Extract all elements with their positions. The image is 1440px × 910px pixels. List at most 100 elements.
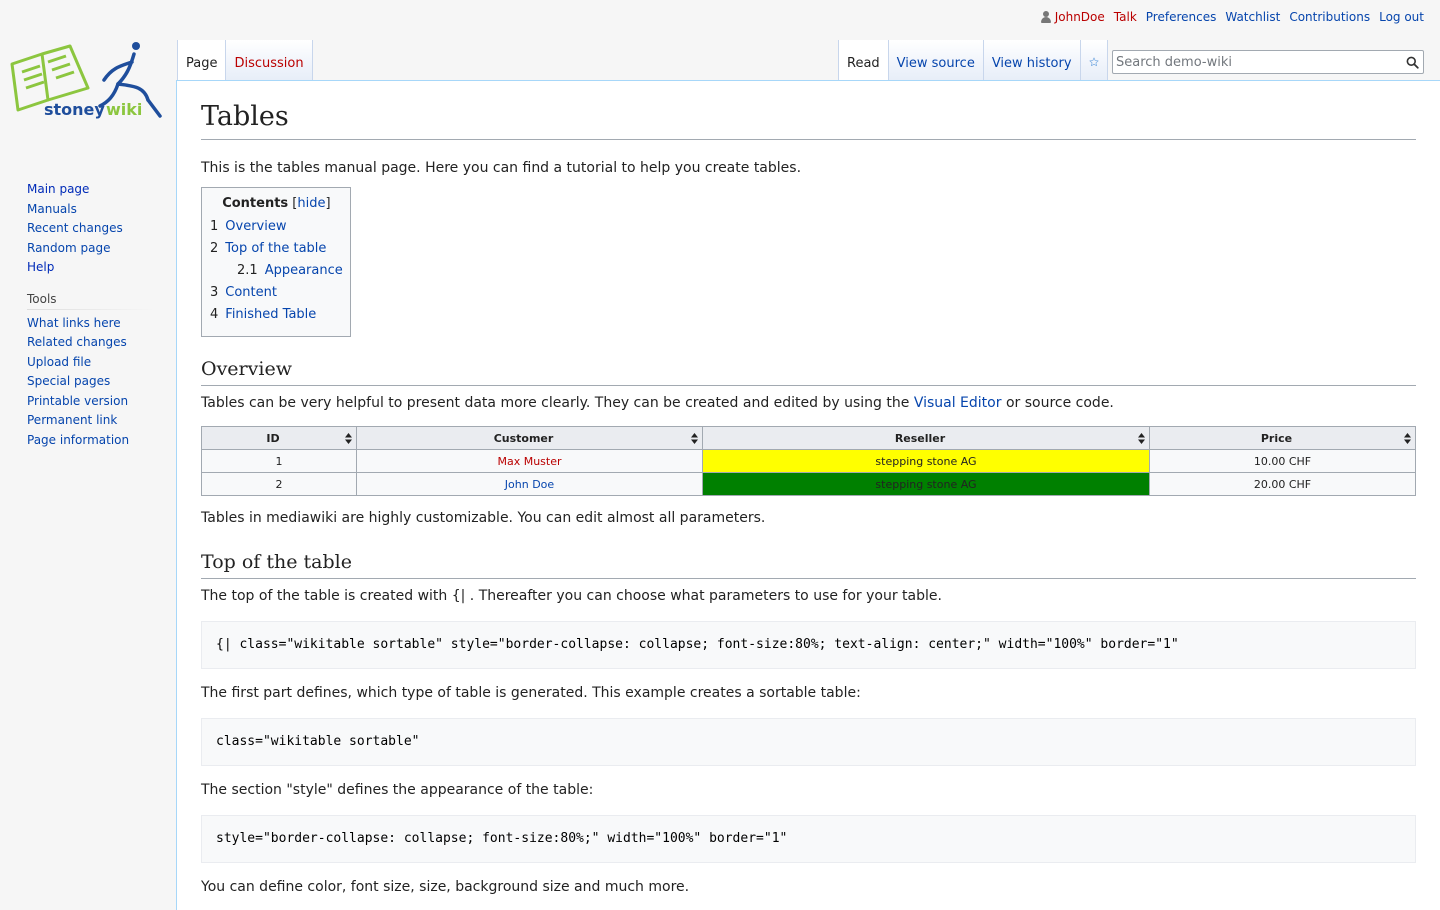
navigation-portal: Main page Manuals Recent changes Random … <box>0 180 176 278</box>
code-block-2: class="wikitable sortable" <box>201 718 1416 766</box>
code-block-3: style="border-collapse: collapse; font-s… <box>201 815 1416 863</box>
toc-item[interactable]: 2.1 Appearance <box>210 260 343 282</box>
column-header-id[interactable]: ID <box>201 426 357 450</box>
sort-icon <box>1138 433 1145 444</box>
toc-link-finished-table[interactable]: Finished Table <box>225 307 316 322</box>
sort-icon <box>691 433 698 444</box>
code-block-1: {| class="wikitable sortable" style="bor… <box>201 621 1416 669</box>
logo-graphic: stoney wiki <box>10 42 162 119</box>
user-icon <box>1040 10 1052 24</box>
toc-link-top-of-table[interactable]: Top of the table <box>225 241 326 256</box>
tab-discussion[interactable]: Discussion <box>226 40 313 80</box>
sidebar-item-what-links-here[interactable]: What links here <box>27 316 121 330</box>
tools-portal: Tools What links here Related changes Up… <box>0 291 176 451</box>
star-icon <box>1089 57 1099 67</box>
search-input[interactable] <box>1113 54 1401 70</box>
heading-overview: Overview <box>201 355 1416 386</box>
tab-discussion-label: Discussion <box>234 56 304 71</box>
toc-num: 3 <box>210 285 219 300</box>
toc-link-overview[interactable]: Overview <box>225 219 286 234</box>
watch-star-button[interactable] <box>1080 40 1108 80</box>
sidebar-item-printable-version[interactable]: Printable version <box>27 394 128 408</box>
sidebar-item-recent-changes[interactable]: Recent changes <box>27 221 123 235</box>
header-label: Customer <box>493 431 554 445</box>
site-logo[interactable]: stoney wiki <box>8 40 168 124</box>
cell-reseller: stepping stone AG <box>702 472 1150 496</box>
cell-customer[interactable]: Max Muster <box>356 449 703 473</box>
define-paragraph: You can define color, font size, size, b… <box>201 879 690 895</box>
sidebar-item-special-pages[interactable]: Special pages <box>27 374 110 388</box>
tab-read[interactable]: Read <box>838 40 889 80</box>
column-header-customer[interactable]: Customer <box>356 426 703 450</box>
overview-text-end: or source code. <box>1001 395 1114 411</box>
sidebar-item-help[interactable]: Help <box>27 260 54 274</box>
toc-title-row: Contents [hide] <box>210 196 343 211</box>
logo-text-wiki: wiki <box>106 100 142 119</box>
header-label: Reseller <box>894 431 946 445</box>
sidebar-item-related-changes[interactable]: Related changes <box>27 335 127 349</box>
overview-text: Tables can be very helpful to present da… <box>201 395 914 411</box>
view-tabs: Read View source View history <box>838 40 1108 80</box>
toc-hide-toggle[interactable]: hide <box>297 196 325 211</box>
header-label: ID <box>266 431 280 445</box>
sort-icon <box>1404 433 1411 444</box>
customizable-paragraph: Tables in mediawiki are highly customiza… <box>201 510 766 526</box>
toc-item[interactable]: 3 Content <box>210 282 343 304</box>
personal-toolbar: JohnDoe Talk Preferences Watchlist Contr… <box>1040 10 1424 24</box>
toc-link-content[interactable]: Content <box>225 285 277 300</box>
style-paragraph: The section "style" defines the appearan… <box>201 782 594 798</box>
sidebar-item-upload-file[interactable]: Upload file <box>27 355 91 369</box>
header-label: Price <box>1260 431 1293 445</box>
contributions-link[interactable]: Contributions <box>1289 10 1370 24</box>
cell-customer[interactable]: John Doe <box>356 472 703 496</box>
sidebar-item-main-page[interactable]: Main page <box>27 182 89 196</box>
search-button[interactable] <box>1401 51 1423 73</box>
tab-view-history[interactable]: View history <box>983 40 1081 80</box>
toc-item[interactable]: 4 Finished Table <box>210 304 343 326</box>
table-row: 2 John Doe stepping stone AG 20.00 CHF <box>201 472 1416 496</box>
table-row: 1 Max Muster stepping stone AG 10.00 CHF <box>201 449 1416 473</box>
visual-editor-link[interactable]: Visual Editor <box>914 395 1002 411</box>
sidebar-item-random-page[interactable]: Random page <box>27 241 110 255</box>
toc-item[interactable]: 2 Top of the table <box>210 238 343 260</box>
tools-heading: Tools <box>27 291 155 310</box>
type-paragraph: The first part defines, which type of ta… <box>201 685 861 701</box>
sidebar-item-permanent-link[interactable]: Permanent link <box>27 413 117 427</box>
toc-link-appearance[interactable]: Appearance <box>265 263 343 278</box>
watchlist-link[interactable]: Watchlist <box>1225 10 1280 24</box>
cell-id: 2 <box>201 472 357 496</box>
toc-item[interactable]: 1 Overview <box>210 216 343 238</box>
toc-num: 2.1 <box>237 263 258 278</box>
column-header-price[interactable]: Price <box>1149 426 1416 450</box>
sidebar-item-page-information[interactable]: Page information <box>27 433 129 447</box>
talk-link[interactable]: Talk <box>1114 10 1137 24</box>
toc-title: Contents <box>222 196 289 211</box>
sidebar: Main page Manuals Recent changes Random … <box>0 180 176 450</box>
table-of-contents: Contents [hide] 1 Overview 2 Top of the ta… <box>201 187 351 337</box>
cell-id: 1 <box>201 449 357 473</box>
toc-num: 2 <box>210 241 219 256</box>
toc-hide-close: ] <box>325 196 331 211</box>
cell-reseller: stepping stone AG <box>702 449 1150 473</box>
logout-link[interactable]: Log out <box>1379 10 1424 24</box>
overview-paragraph: Tables can be very helpful to present da… <box>201 392 1416 414</box>
main-content: Tables This is the tables manual page. H… <box>176 80 1440 910</box>
heading-top-of-table: Top of the table <box>201 548 1416 579</box>
intro-paragraph: This is the tables manual page. Here you… <box>201 160 802 176</box>
sort-icon <box>345 433 352 444</box>
page-title: Tables <box>201 99 1416 140</box>
search-icon <box>1406 56 1419 69</box>
username-link[interactable]: JohnDoe <box>1055 10 1105 24</box>
column-header-reseller[interactable]: Reseller <box>702 426 1150 450</box>
toc-num: 1 <box>210 219 219 234</box>
toc-num: 4 <box>210 307 219 322</box>
tab-page[interactable]: Page <box>177 40 227 80</box>
preferences-link[interactable]: Preferences <box>1146 10 1217 24</box>
top-paragraph: The top of the table is created with {| … <box>201 588 942 604</box>
sortable-table: ID Customer Reseller Price 1 Max Muster … <box>201 426 1416 496</box>
sidebar-item-manuals[interactable]: Manuals <box>27 202 77 216</box>
search-box <box>1112 50 1424 74</box>
cell-price: 20.00 CHF <box>1149 472 1416 496</box>
cell-price: 10.00 CHF <box>1149 449 1416 473</box>
tab-view-source[interactable]: View source <box>888 40 984 80</box>
